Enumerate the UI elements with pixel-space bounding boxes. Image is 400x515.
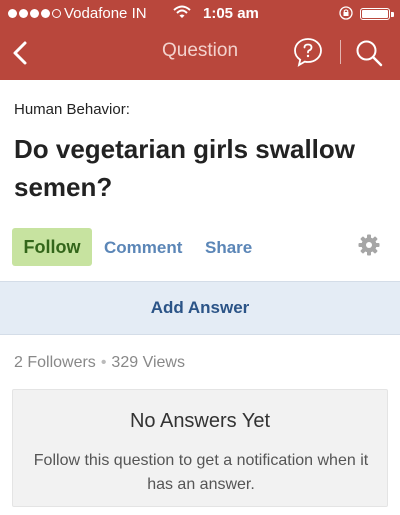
signal-strength-icon (8, 9, 61, 18)
no-answers-card: No Answers Yet Follow this question to g… (12, 389, 388, 507)
comment-button[interactable]: Comment (104, 238, 182, 258)
no-answers-message: Follow this question to get a notificati… (33, 452, 369, 493)
views-count: 329 Views (111, 354, 185, 371)
rotation-lock-icon (339, 6, 353, 20)
question-stats: 2 Followers • 329 Views (14, 354, 185, 372)
app-header: Vodafone IN 1:05 am Question (0, 0, 400, 80)
gear-icon[interactable] (358, 234, 380, 256)
question-topic[interactable]: Human Behavior: (14, 101, 130, 118)
search-icon[interactable] (354, 38, 384, 68)
wifi-icon (173, 5, 191, 18)
question-title: Do vegetarian girls swallow semen? (14, 134, 355, 202)
followers-count[interactable]: 2 Followers (14, 354, 96, 371)
share-button[interactable]: Share (205, 238, 252, 258)
carrier-name: Vodafone IN (64, 5, 147, 22)
status-bar: Vodafone IN 1:05 am (0, 0, 400, 28)
question-bubble-icon[interactable] (293, 37, 323, 67)
battery-icon (360, 8, 394, 20)
nav-divider (340, 40, 341, 64)
follow-button[interactable]: Follow (12, 228, 92, 266)
status-time: 1:05 am (203, 5, 259, 22)
add-answer-button[interactable]: Add Answer (0, 281, 400, 335)
no-answers-title: No Answers Yet (129, 410, 271, 432)
stats-separator: • (100, 354, 107, 371)
